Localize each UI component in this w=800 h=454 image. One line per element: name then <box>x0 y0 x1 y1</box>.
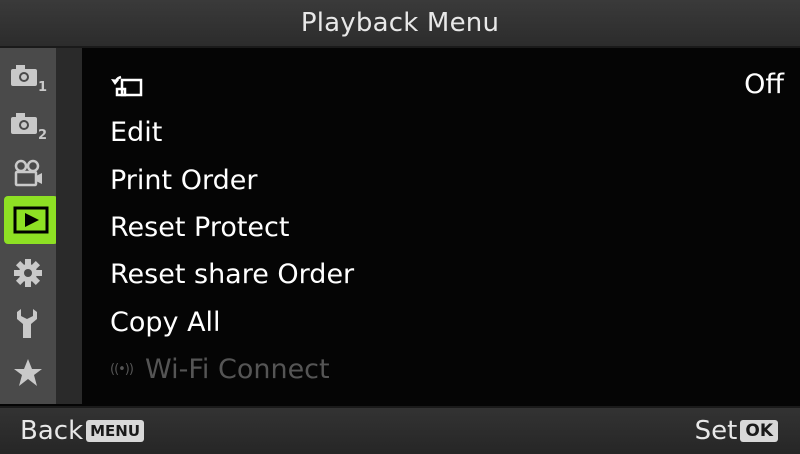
title-bar: Playback Menu <box>0 0 800 48</box>
menu-item-label: Edit <box>110 116 163 148</box>
wifi-icon: ((•)) <box>110 361 134 377</box>
tab-custom-menu[interactable] <box>0 250 56 296</box>
menu-item-wifi-connect: ((•)) Wi-Fi Connect <box>110 347 784 391</box>
sidebar-divider <box>56 48 82 404</box>
rotate-value: Off <box>744 68 784 100</box>
star-icon <box>14 359 42 386</box>
svg-text:2: 2 <box>38 128 47 142</box>
menu-item-label: Reset Protect <box>110 211 290 243</box>
play-icon <box>13 206 49 234</box>
back-label: Back <box>20 416 84 446</box>
menu-item-reset-share-order[interactable]: Reset share Order <box>110 252 784 296</box>
menu-key-badge: MENU <box>86 420 145 442</box>
page-title: Playback Menu <box>300 8 500 38</box>
rotate-icon <box>111 75 143 97</box>
menu-item-rotate[interactable]: Off <box>110 62 784 106</box>
sidebar: 1 2 <box>0 48 58 404</box>
tab-my-menu[interactable] <box>0 350 56 396</box>
video-camera-icon <box>14 159 42 187</box>
menu-item-label: Reset share Order <box>110 258 355 290</box>
gear-icon <box>14 259 42 287</box>
menu-list: Off Edit Print Order Reset Protect Reset… <box>82 48 800 404</box>
menu-item-label: Wi-Fi Connect <box>144 353 330 385</box>
tab-shooting-menu-1[interactable]: 1 <box>0 54 56 100</box>
ok-key-badge: OK <box>740 420 778 442</box>
camera-2-icon: 2 <box>11 113 47 142</box>
wrench-icon <box>17 309 37 338</box>
footer-bar: Back MENU Set OK <box>0 406 800 454</box>
tab-video-menu[interactable] <box>0 150 56 196</box>
menu-item-print-order[interactable]: Print Order <box>110 158 784 202</box>
set-button[interactable]: Set OK <box>695 416 778 446</box>
menu-item-copy-all[interactable]: Copy All <box>110 300 784 344</box>
menu-item-label: Print Order <box>110 164 258 196</box>
menu-item-reset-protect[interactable]: Reset Protect <box>110 205 784 249</box>
camera-1-icon: 1 <box>11 65 47 94</box>
svg-text:1: 1 <box>38 80 47 94</box>
back-button[interactable]: Back MENU <box>20 416 145 446</box>
tab-playback-menu[interactable] <box>4 196 58 244</box>
tab-shooting-menu-2[interactable]: 2 <box>0 102 56 148</box>
menu-item-label: Copy All <box>110 306 221 338</box>
menu-item-edit[interactable]: Edit <box>110 110 784 154</box>
tab-setup-menu[interactable] <box>0 300 56 346</box>
set-label: Set <box>694 416 738 446</box>
